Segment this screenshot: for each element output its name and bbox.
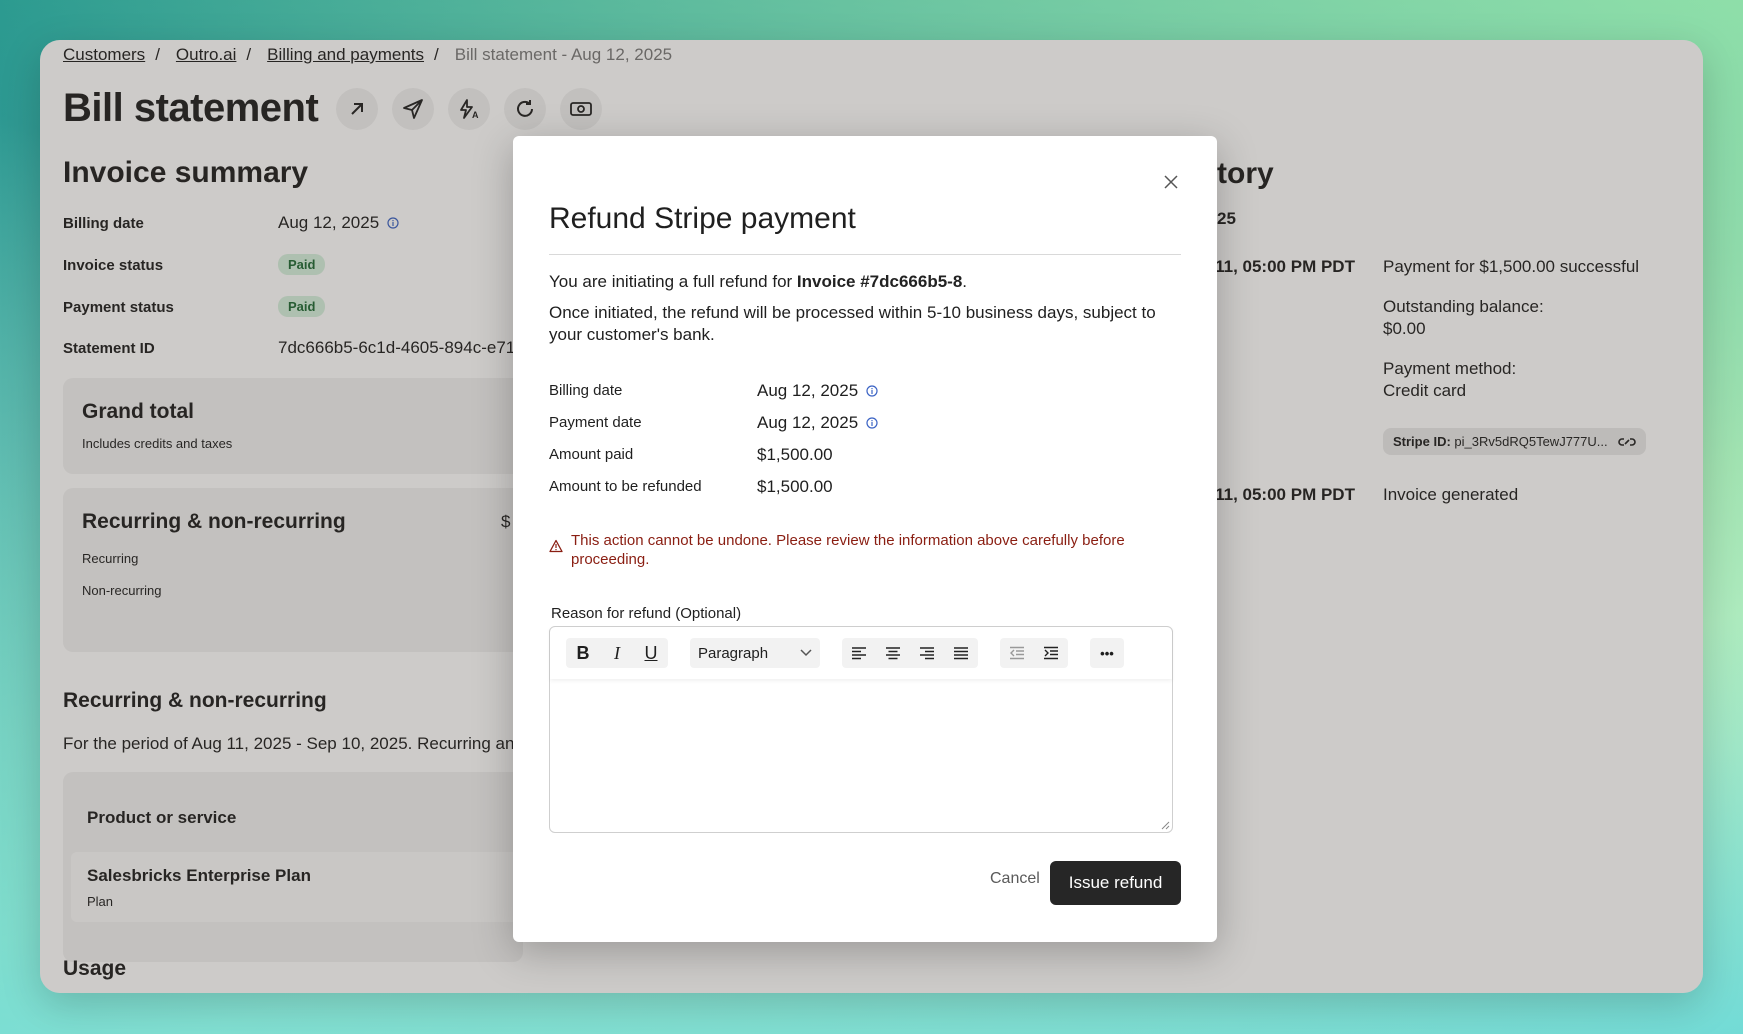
reason-input[interactable] [550, 679, 1172, 832]
align-justify-button[interactable] [944, 638, 978, 668]
amount-paid-label: Amount paid [549, 446, 634, 463]
refund-description: Once initiated, the refund will be proce… [549, 303, 1156, 344]
close-button[interactable] [1161, 172, 1181, 192]
chevron-down-icon [800, 649, 812, 657]
align-right-icon [920, 647, 934, 660]
align-center-button[interactable] [876, 638, 910, 668]
refund-intro: You are initiating a full refund for Inv… [549, 272, 967, 292]
invoice-reference: Invoice #7dc666b5-8 [796, 272, 963, 291]
indent-button[interactable] [1034, 638, 1068, 668]
amount-refunded-label: Amount to be refunded [549, 478, 702, 495]
cancel-button[interactable]: Cancel [990, 870, 1040, 888]
align-left-icon [852, 647, 866, 660]
amount-refunded-value: $1,500.00 [757, 477, 833, 496]
align-justify-icon [954, 647, 968, 660]
indent-icon [1044, 646, 1058, 660]
billing-date-label: Billing date [549, 382, 623, 399]
more-options-button[interactable]: ••• [1090, 638, 1124, 668]
bold-button[interactable]: B [566, 638, 600, 668]
payment-date-text: Aug 12, 2025 [757, 413, 859, 432]
close-icon [1164, 175, 1178, 189]
modal-title: Refund Stripe payment [549, 202, 856, 235]
info-icon[interactable] [866, 417, 878, 429]
reason-editor[interactable]: B I U Paragraph ••• [549, 626, 1173, 833]
align-left-button[interactable] [842, 638, 876, 668]
block-format-select[interactable]: Paragraph [690, 638, 820, 668]
italic-button[interactable]: I [600, 638, 634, 668]
align-center-icon [886, 647, 900, 660]
align-right-button[interactable] [910, 638, 944, 668]
reason-label: Reason for refund (Optional) [551, 605, 742, 622]
more-group: ••• [1090, 638, 1124, 668]
payment-date-label: Payment date [549, 414, 642, 431]
outdent-icon [1010, 646, 1024, 660]
billing-date-text: Aug 12, 2025 [757, 381, 859, 400]
warning-icon [549, 539, 563, 553]
refund-warning-text: This action cannot be undone. Please rev… [571, 532, 1125, 568]
billing-date-value: Aug 12, 2025 [757, 381, 878, 401]
block-format-value: Paragraph [698, 644, 769, 662]
refund-warning: This action cannot be undone. Please rev… [549, 531, 1169, 569]
info-icon[interactable] [866, 385, 878, 397]
modal-divider [549, 254, 1181, 255]
payment-date-value: Aug 12, 2025 [757, 413, 878, 433]
issue-refund-button[interactable]: Issue refund [1050, 861, 1181, 905]
refund-modal: Refund Stripe payment You are initiating… [513, 136, 1217, 942]
text-style-group: B I U [566, 638, 668, 668]
underline-button[interactable]: U [634, 638, 668, 668]
alignment-group [842, 638, 978, 668]
amount-paid-value: $1,500.00 [757, 445, 833, 464]
refund-intro-suffix: . [962, 272, 968, 291]
editor-toolbar: B I U Paragraph ••• [550, 627, 1172, 679]
refund-intro-prefix: You are initiating a full refund for [549, 272, 797, 291]
resize-handle-icon[interactable] [1160, 820, 1170, 830]
outdent-button[interactable] [1000, 638, 1034, 668]
indent-group [1000, 638, 1068, 668]
